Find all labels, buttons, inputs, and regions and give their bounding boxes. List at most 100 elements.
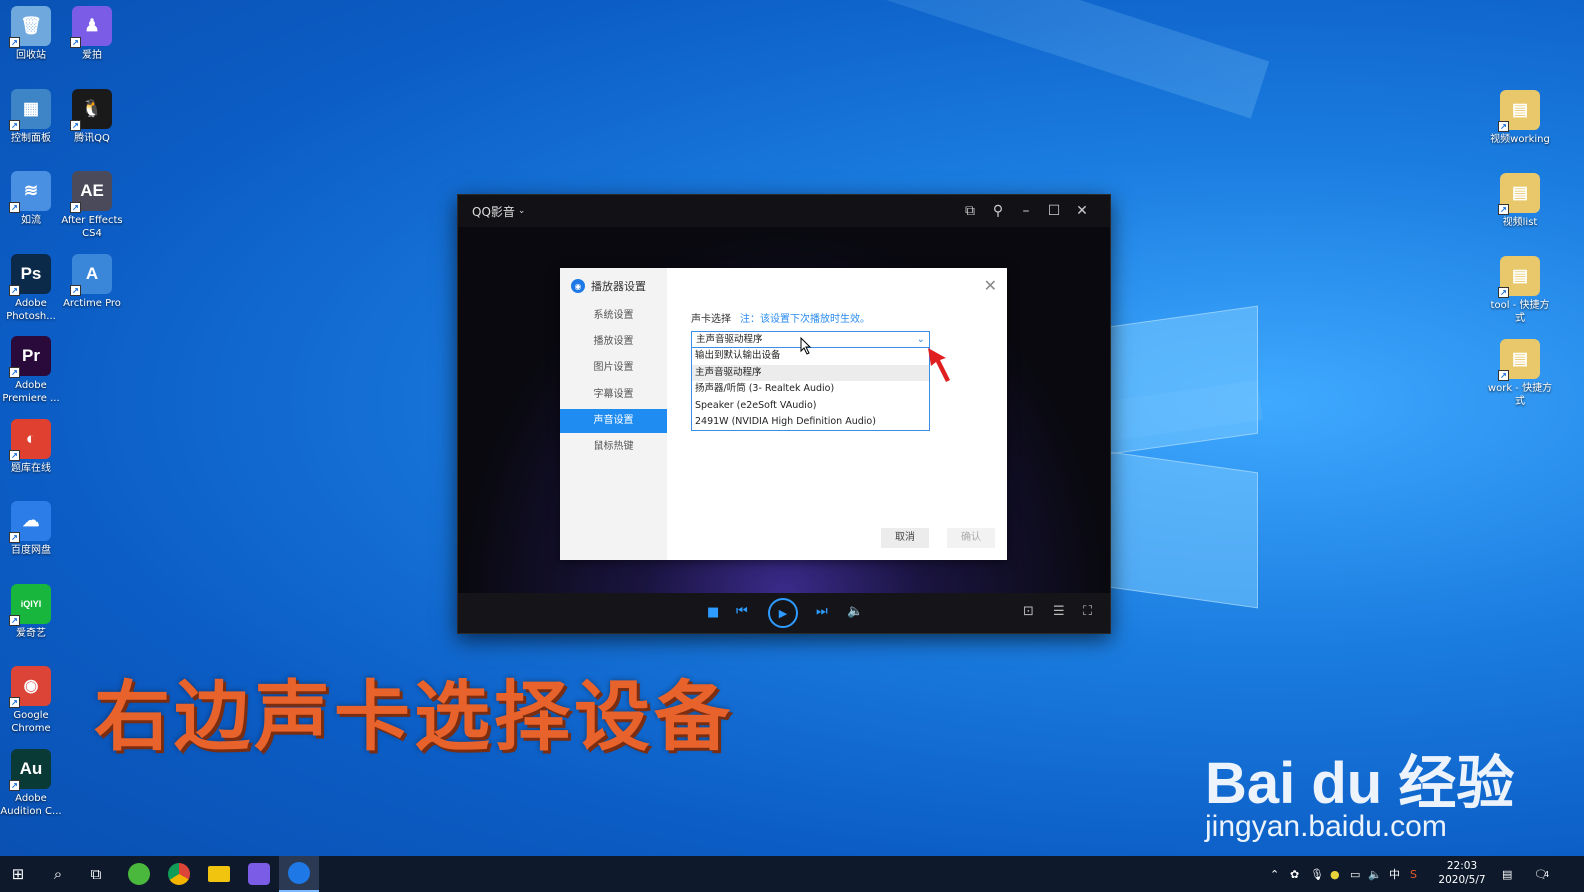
play-button[interactable]: ▶ (768, 598, 798, 628)
previous-icon[interactable]: ⏮ (736, 604, 748, 619)
windows-logo-pane-bottom (1110, 451, 1258, 609)
app-icon-glyph: ▤ (1511, 266, 1529, 285)
notification-count: 4 (1543, 869, 1550, 879)
app-icon-glyph: 🐧 (81, 98, 103, 118)
fullscreen-icon[interactable]: ⛶ (1083, 604, 1092, 619)
tray-app-icon[interactable]: ● (1330, 856, 1340, 892)
microphone-icon[interactable]: 🎙 (1310, 856, 1324, 892)
shortcut-arrow-icon: ↗ (70, 119, 81, 131)
shortcut-arrow-icon: ↗ (9, 37, 20, 48)
minimize-icon[interactable]: – (1012, 203, 1040, 219)
sound-card-option[interactable]: 2491W (NVIDIA High Definition Audio) (692, 414, 929, 431)
desktop-icon[interactable]: Ps ↗ Adobe Photosh... (0, 253, 62, 323)
shortcut-arrow-icon: ↗ (1498, 370, 1509, 381)
desktop-icon[interactable]: 🗑 ↗ 回收站 (0, 6, 62, 62)
desktop-icon-label: 控制面板 (11, 132, 51, 144)
sogou-icon[interactable]: S (1410, 856, 1417, 892)
settings-nav-item[interactable]: 播放设置 (560, 330, 667, 354)
app-icon-glyph: ☁ (22, 511, 40, 530)
desktop-icon-label: work - 快捷方式 (1487, 383, 1553, 407)
desktop-icon-label: Google Chrome (11, 710, 51, 734)
windows-start-icon[interactable]: ⊞ (6, 862, 30, 886)
volume-icon[interactable]: 🔈 (847, 604, 863, 619)
player-title-menu[interactable]: QQ影音 ⌄ (472, 203, 956, 220)
desktop-icon[interactable]: 🐧 ↗ 腾讯QQ (61, 88, 123, 145)
app-icon-glyph: 🗑 (20, 16, 42, 35)
desktop-icon[interactable]: ◉ ↗ Google Chrome (0, 666, 62, 735)
chevron-down-icon[interactable]: ⌄ (917, 332, 925, 347)
app-icon: iQIYI ↗ (9, 583, 51, 626)
desktop-icon[interactable]: ≋ ↗ 如流 (0, 171, 62, 227)
windows-logo-pane-top (1110, 305, 1258, 455)
app-icon: ▤ ↗ (1498, 256, 1540, 298)
confirm-button[interactable]: 确认 (947, 528, 995, 548)
stop-icon[interactable]: ■ (707, 605, 719, 620)
search-icon[interactable]: ⌕ (46, 862, 70, 886)
screenshot-icon[interactable]: ⊡ (1023, 604, 1034, 619)
taskbar-app-qqplayer[interactable] (279, 856, 319, 892)
sound-card-option[interactable]: 主声音驱动程序 (692, 364, 929, 381)
desktop-icon-label: 爱奇艺 (16, 627, 46, 639)
tray-chevron-up-icon[interactable]: ⌃ (1270, 856, 1279, 892)
sound-card-option[interactable]: 扬声器/听筒 (3- Realtek Audio) (692, 381, 929, 398)
taskbar-app-explorer[interactable] (199, 856, 239, 892)
app-icon: ☁ ↗ (9, 501, 51, 543)
desktop-icon[interactable]: ♟ ↗ 爱拍 (61, 6, 123, 62)
cancel-button[interactable]: 取消 (881, 528, 929, 548)
settings-nav-item[interactable]: 声音设置 (560, 408, 667, 433)
desktop-icon[interactable]: Au ↗ Adobe Audition C... (0, 748, 62, 818)
settings-nav-item[interactable]: 鼠标热键 (560, 435, 667, 459)
desktop-icon-label: 如流 (21, 215, 41, 226)
app-icon: Pr ↗ (9, 336, 51, 378)
close-icon[interactable]: ✕ (1068, 203, 1096, 219)
shortcut-arrow-icon: ↗ (70, 202, 81, 213)
taskbar-app-iqiyi[interactable] (119, 856, 159, 892)
ime-indicator[interactable]: 中 (1389, 856, 1400, 892)
app-icon-glyph: ♟ (84, 16, 100, 35)
taskbar-app-aipai[interactable] (239, 856, 279, 892)
system-clock[interactable]: 22:03 2020/5/7 (1432, 859, 1492, 887)
desktop-icon[interactable]: ☁ ↗ 百度网盘 (0, 501, 62, 557)
volume-icon[interactable]: 🔈 (1368, 856, 1382, 892)
shortcut-arrow-icon: ↗ (9, 697, 20, 708)
desktop-icon[interactable]: ▤ ↗ 视频list (1489, 173, 1551, 229)
desktop-icon[interactable]: ▤ ↗ tool - 快捷方式 (1489, 256, 1551, 325)
desktop-icon[interactable]: ▦ ↗ 控制面板 (0, 88, 62, 145)
settings-sliders-icon[interactable]: ☰ (1053, 604, 1065, 619)
chrome-icon (168, 863, 190, 885)
desktop-icon[interactable]: ▤ ↗ work - 快捷方式 (1487, 339, 1553, 408)
action-center-icon[interactable]: 🗨 4 (1534, 856, 1549, 892)
clock-time: 22:03 (1446, 860, 1478, 872)
tray-app-icon[interactable]: ✿ (1290, 856, 1299, 892)
desktop-icon[interactable]: ▤ ↗ 视频working (1489, 90, 1551, 146)
app-icon-glyph: Au (19, 758, 43, 778)
settings-nav-item[interactable]: 系统设置 (560, 304, 667, 328)
settings-nav-item[interactable]: 图片设置 (560, 356, 667, 380)
pin-icon[interactable]: ⚲ (984, 203, 1012, 219)
notes-icon[interactable]: ▤ (1502, 856, 1512, 892)
taskbar-app-chrome[interactable] (159, 856, 199, 892)
desktop-icon[interactable]: Pr ↗ Adobe Premiere ... (0, 336, 62, 405)
task-view-icon[interactable]: ⧉ (84, 862, 108, 886)
app-icon: ▦ ↗ (9, 88, 51, 131)
shortcut-arrow-icon: ↗ (70, 284, 81, 296)
next-icon[interactable]: ⏭ (816, 604, 828, 619)
player-titlebar[interactable]: QQ影音 ⌄ ⧉ ⚲ – ☐ ✕ (458, 195, 1110, 227)
desktop-icon[interactable]: iQIYI ↗ 爱奇艺 (0, 583, 62, 640)
folder-icon (208, 866, 230, 882)
app-icon-glyph: ≋ (23, 181, 39, 200)
desktop-icon[interactable]: ◐ ↗ 题库在线 (0, 418, 62, 475)
maximize-icon[interactable]: ☐ (1040, 203, 1068, 219)
shortcut-arrow-icon: ↗ (9, 284, 20, 296)
network-icon[interactable]: ▭ (1350, 856, 1360, 892)
settings-nav-item[interactable]: 字幕设置 (560, 383, 667, 407)
app-icon: ▤ ↗ (1498, 339, 1540, 381)
mini-mode-icon[interactable]: ⧉ (956, 203, 984, 219)
desktop-icon[interactable]: A ↗ Arctime Pro (61, 253, 123, 310)
desktop-icon[interactable]: AE ↗ After Effects CS4 (61, 171, 123, 240)
desktop-icon-label: 腾讯QQ (74, 132, 110, 144)
desktop-icon-label: After Effects CS4 (61, 215, 123, 239)
shortcut-arrow-icon: ↗ (1498, 204, 1509, 215)
sound-card-option[interactable]: Speaker (e2eSoft VAudio) (692, 398, 929, 415)
close-icon[interactable]: ✕ (984, 276, 997, 295)
